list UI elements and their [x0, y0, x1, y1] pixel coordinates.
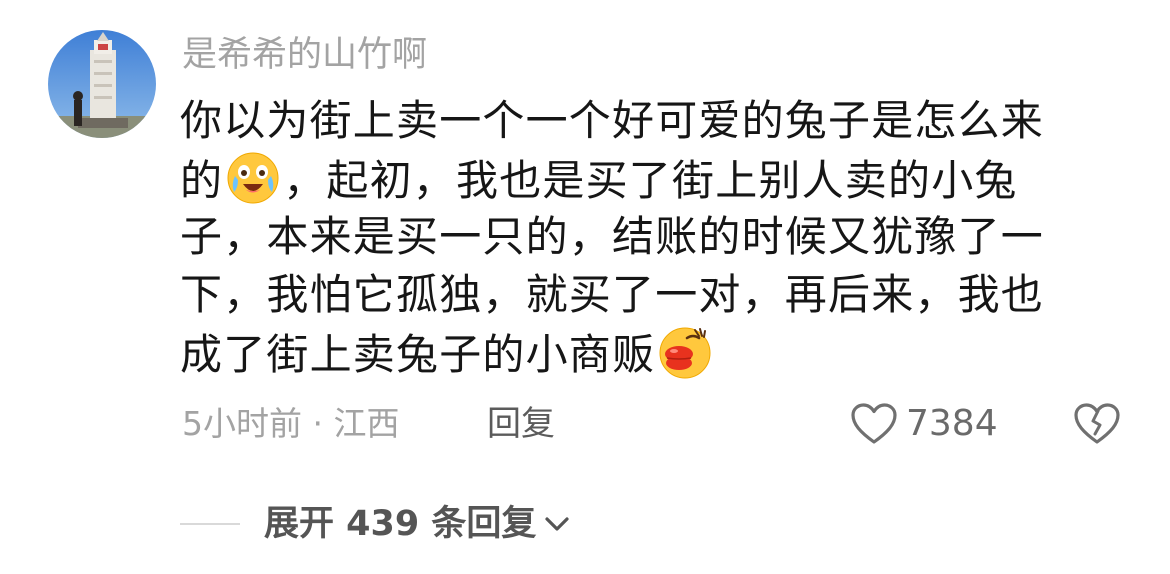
comment-text-segment: 子，本来是买一只的，结账的时候又犹豫了一	[180, 212, 1045, 261]
username[interactable]: 是希希的山竹啊	[182, 33, 427, 77]
kiss-face-emoji-icon	[659, 327, 711, 379]
like-button[interactable]: 7384	[850, 398, 998, 450]
comment-line: 下，我怕它孤独，就买了一对，再后来，我也	[180, 266, 1105, 324]
divider-line	[180, 523, 240, 525]
comment-text-segment: ，起初，我也是买了街上别人卖的小兔	[283, 156, 1018, 205]
comment-text-segment: 的	[180, 156, 224, 205]
heart-outline-icon	[851, 403, 897, 444]
comment-time-location: 5小时前 · 江西	[182, 404, 400, 443]
comment-text-segment: 成了街上卖兔子的小商贩	[180, 330, 656, 379]
dislike-button[interactable]	[1073, 400, 1121, 448]
comment-text-segment: 下，我怕它孤独，就买了一对，再后来，我也	[180, 270, 1045, 319]
like-count: 7384	[906, 403, 998, 444]
broken-heart-icon	[1074, 403, 1120, 444]
reply-button[interactable]: 回复	[487, 400, 555, 448]
chevron-down-icon	[545, 517, 570, 531]
comment-text-segment: 你以为街上卖一个一个好可爱的兔子是怎么来	[180, 96, 1045, 145]
laughing-crying-emoji-icon	[227, 152, 279, 204]
avatar[interactable]	[48, 30, 156, 138]
expand-replies-label: 展开 439 条回复	[264, 504, 537, 544]
comment-text: 你以为街上卖一个一个好可爱的兔子是怎么来 的 ，起初，我也是买了街上别人卖的小兔…	[180, 92, 1105, 382]
comment-line: 成了街上卖兔子的小商贩	[180, 324, 1105, 382]
avatar-photo	[48, 30, 156, 138]
comment-line: 子，本来是买一只的，结账的时候又犹豫了一	[180, 208, 1105, 266]
comment-line: 的 ，起初，我也是买了街上别人卖的小兔	[180, 150, 1105, 208]
expand-replies-button[interactable]: 展开 439 条回复	[264, 498, 570, 550]
comment-line: 你以为街上卖一个一个好可爱的兔子是怎么来	[180, 92, 1105, 150]
expand-replies-row: 展开 439 条回复	[180, 498, 570, 550]
